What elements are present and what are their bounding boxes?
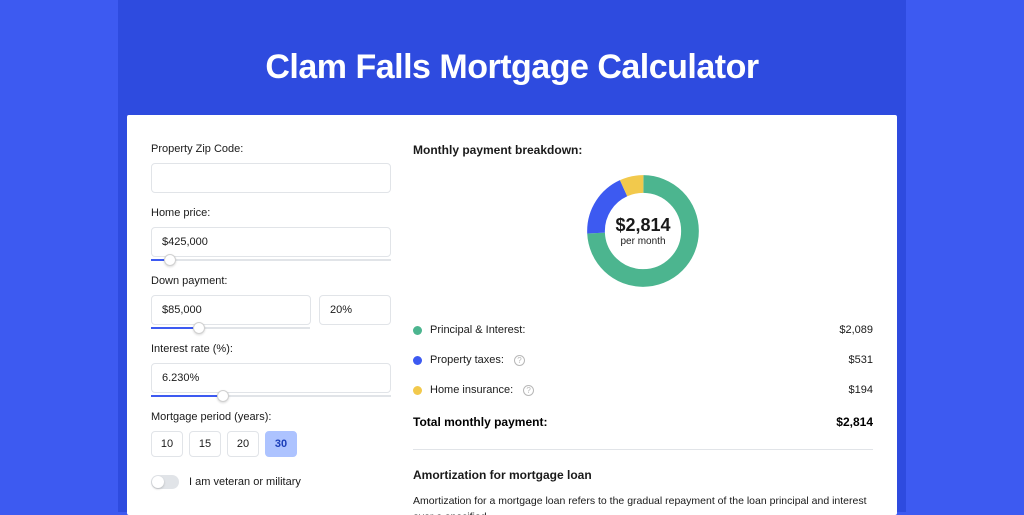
home-price-label: Home price: xyxy=(151,207,391,219)
period-option-15[interactable]: 15 xyxy=(189,431,221,457)
total-label: Total monthly payment: xyxy=(413,415,547,429)
legend-row-ins: Home insurance: ? $194 xyxy=(413,375,873,405)
down-payment-input[interactable] xyxy=(151,295,311,325)
legend-value: $194 xyxy=(849,384,873,396)
period-option-10[interactable]: 10 xyxy=(151,431,183,457)
dot-icon xyxy=(413,386,422,395)
donut-chart: $2,814 per month xyxy=(413,169,873,293)
legend-label: Property taxes: xyxy=(430,354,504,366)
veteran-row: I am veteran or military xyxy=(151,475,391,489)
zip-input[interactable] xyxy=(151,163,391,193)
info-icon[interactable]: ? xyxy=(523,385,534,396)
legend-row-tax: Property taxes: ? $531 xyxy=(413,345,873,375)
inputs-column: Property Zip Code: Home price: Down paym… xyxy=(151,143,391,515)
down-payment-label: Down payment: xyxy=(151,275,391,287)
calculator-card: Property Zip Code: Home price: Down paym… xyxy=(127,115,897,515)
info-icon[interactable]: ? xyxy=(514,355,525,366)
zip-label: Property Zip Code: xyxy=(151,143,391,155)
donut-amount: $2,814 xyxy=(615,215,670,236)
breakdown-column: Monthly payment breakdown: $2,814 per mo… xyxy=(413,143,873,515)
legend-label: Home insurance: xyxy=(430,384,513,396)
page-container: Clam Falls Mortgage Calculator Property … xyxy=(118,0,906,512)
page-title: Clam Falls Mortgage Calculator xyxy=(118,48,906,87)
home-price-field: Home price: xyxy=(151,207,391,261)
veteran-label: I am veteran or military xyxy=(189,476,301,488)
down-payment-pct-input[interactable] xyxy=(319,295,391,325)
toggle-knob xyxy=(152,476,164,488)
legend-value: $2,089 xyxy=(839,324,873,336)
amortization-section: Amortization for mortgage loan Amortizat… xyxy=(413,449,873,515)
period-option-30[interactable]: 30 xyxy=(265,431,297,457)
veteran-toggle[interactable] xyxy=(151,475,179,489)
home-price-input[interactable] xyxy=(151,227,391,257)
down-payment-slider[interactable] xyxy=(151,327,310,329)
slider-thumb[interactable] xyxy=(217,390,229,402)
period-options: 10 15 20 30 xyxy=(151,431,391,457)
legend-label: Principal & Interest: xyxy=(430,324,525,336)
dot-icon xyxy=(413,356,422,365)
legend-row-pi: Principal & Interest: $2,089 xyxy=(413,315,873,345)
zip-field: Property Zip Code: xyxy=(151,143,391,193)
home-price-slider[interactable] xyxy=(151,259,391,261)
slider-thumb[interactable] xyxy=(164,254,176,266)
period-option-20[interactable]: 20 xyxy=(227,431,259,457)
interest-label: Interest rate (%): xyxy=(151,343,391,355)
interest-input[interactable] xyxy=(151,363,391,393)
slider-thumb[interactable] xyxy=(193,322,205,334)
total-row: Total monthly payment: $2,814 xyxy=(413,405,873,445)
donut-sub: per month xyxy=(615,236,670,247)
period-field: Mortgage period (years): 10 15 20 30 xyxy=(151,411,391,457)
dot-icon xyxy=(413,326,422,335)
down-payment-field: Down payment: xyxy=(151,275,391,329)
slider-fill xyxy=(151,395,223,397)
period-label: Mortgage period (years): xyxy=(151,411,391,423)
interest-slider[interactable] xyxy=(151,395,391,397)
donut-center: $2,814 per month xyxy=(615,215,670,247)
interest-field: Interest rate (%): xyxy=(151,343,391,397)
legend-value: $531 xyxy=(849,354,873,366)
amortization-heading: Amortization for mortgage loan xyxy=(413,468,873,482)
breakdown-heading: Monthly payment breakdown: xyxy=(413,143,873,157)
total-value: $2,814 xyxy=(836,415,873,429)
slider-fill xyxy=(151,327,199,329)
